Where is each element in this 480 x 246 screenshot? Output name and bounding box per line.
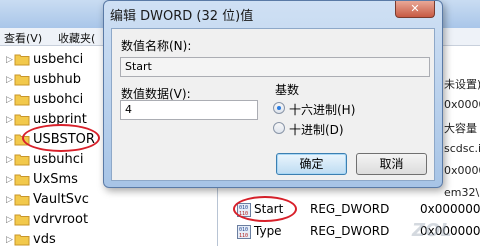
- tree-item-label: VaultSvc: [33, 192, 89, 207]
- value-type: REG_DWORD: [310, 202, 390, 216]
- watermark-logo: ZOL: [412, 220, 452, 241]
- ok-button[interactable]: 确定: [276, 153, 347, 175]
- highlight-ellipse-start: [233, 196, 297, 222]
- folder-icon: [14, 234, 30, 246]
- highlight-ellipse-usbstor: [22, 124, 100, 152]
- base-label: 基数: [275, 83, 300, 97]
- tree-item-label: vds: [33, 232, 56, 246]
- close-button[interactable]: ✕: [395, 1, 435, 18]
- cancel-button[interactable]: 取消: [356, 153, 427, 175]
- folder-icon: [14, 94, 30, 106]
- value-name-field[interactable]: Start: [120, 57, 430, 77]
- menu-view[interactable]: 查看(V): [4, 30, 42, 46]
- expand-icon[interactable]: ▷: [6, 54, 13, 66]
- expand-icon[interactable]: ▷: [6, 94, 13, 106]
- folder-icon: [14, 154, 30, 166]
- tree-item-label: vdrvroot: [33, 212, 89, 227]
- folder-icon: [14, 174, 30, 186]
- value-data-fragment: 大容量: [444, 122, 477, 135]
- folder-icon: [14, 54, 30, 66]
- expand-icon[interactable]: ▷: [6, 194, 13, 206]
- menu-favorites[interactable]: 收藏夹(: [58, 30, 95, 46]
- tree-item-vaultsvc[interactable]: ▷ VaultSvc: [0, 190, 218, 210]
- value-data-fragment: scdsc.in: [444, 142, 480, 155]
- close-icon: ✕: [410, 2, 420, 15]
- folder-icon: [14, 214, 30, 226]
- expand-icon[interactable]: ▷: [6, 114, 13, 126]
- value-data: 0x0000000: [420, 202, 480, 216]
- folder-icon: [14, 194, 30, 206]
- value-data-fragment: 未设置): [444, 78, 480, 91]
- tree-item-vdrvroot[interactable]: ▷ vdrvroot: [0, 210, 218, 230]
- expand-icon[interactable]: ▷: [6, 234, 13, 246]
- value-data-fragment: 0x000000: [444, 164, 480, 177]
- svg-text:110: 110: [239, 233, 248, 239]
- dialog-body: 数值名称(N): Start 数值数据(V): 4 基数 十六进制(H) 十进制…: [111, 28, 435, 181]
- folder-icon: [14, 114, 30, 126]
- expand-icon[interactable]: ▷: [6, 134, 13, 146]
- screenshot-stage: 查看(V) 收藏夹( ▷ usbehci ▷ usbhub ▷ usbohci …: [0, 0, 480, 246]
- radio-unselected-icon[interactable]: [273, 122, 285, 134]
- binary-value-icon: 010110: [237, 225, 251, 239]
- expand-icon[interactable]: ▷: [6, 74, 13, 86]
- radio-decimal-label: 十进制(D): [289, 123, 344, 137]
- tree-item-label: usbehci: [33, 52, 84, 67]
- edit-dword-dialog: 编辑 DWORD (32 位)值 ✕ 数值名称(N): Start 数值数据(V…: [103, 0, 443, 188]
- base-groupbox: 基数 十六进制(H) 十进制(D): [273, 83, 422, 143]
- tree-item-vds[interactable]: ▷ vds: [0, 230, 218, 246]
- folder-icon: [14, 74, 30, 86]
- expand-icon[interactable]: ▷: [6, 154, 13, 166]
- tree-item-label: UxSms: [33, 172, 78, 187]
- value-data-fragment: em32\: [444, 186, 480, 199]
- dialog-title: 编辑 DWORD (32 位)值: [110, 9, 254, 24]
- value-data-field[interactable]: 4: [120, 100, 258, 120]
- expand-icon[interactable]: ▷: [6, 214, 13, 226]
- value-data-fragment: 0x000000: [444, 98, 480, 111]
- radio-decimal[interactable]: 十进制(D): [273, 120, 413, 137]
- radio-hex-label: 十六进制(H): [289, 103, 356, 117]
- radio-hex[interactable]: 十六进制(H): [273, 100, 413, 117]
- radio-selected-icon[interactable]: [273, 102, 285, 114]
- expand-icon[interactable]: ▷: [6, 174, 13, 186]
- value-type: REG_DWORD: [310, 224, 390, 238]
- value-name-label: 数值名称(N):: [121, 39, 192, 53]
- value-name: Type: [254, 224, 282, 238]
- tree-item-label: usbuhci: [33, 152, 84, 167]
- tree-item-label: usbohci: [33, 92, 84, 107]
- tree-item-label: usbhub: [33, 72, 81, 87]
